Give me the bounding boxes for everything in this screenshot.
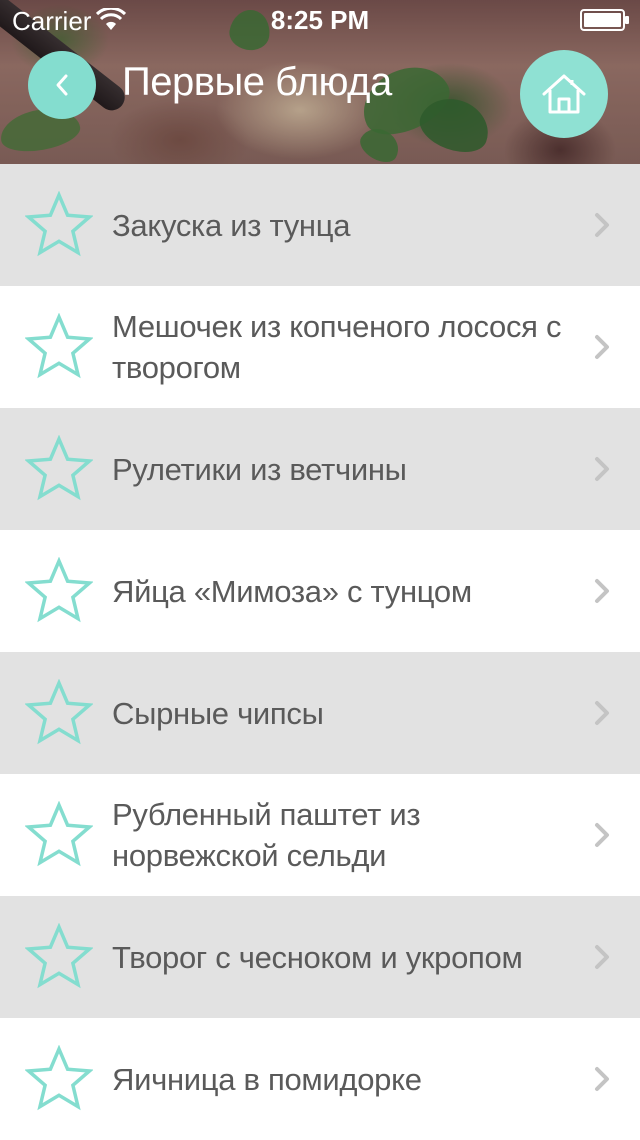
list-item[interactable]: Рубленный паштет из норвежской сельди bbox=[0, 774, 640, 896]
chevron-right-icon bbox=[595, 1067, 609, 1091]
list-item-label: Сырные чипсы bbox=[112, 695, 324, 731]
home-button[interactable] bbox=[520, 50, 608, 138]
status-bar: Carrier 8:25 PM bbox=[0, 0, 640, 40]
chevron-right-icon bbox=[595, 579, 609, 603]
list-item-label: Яйца «Мимоза» с тунцом bbox=[112, 573, 472, 609]
chevron-right-icon bbox=[595, 213, 609, 237]
chevron-right-icon bbox=[595, 457, 609, 481]
battery-icon bbox=[580, 9, 629, 31]
star-outline-icon[interactable] bbox=[25, 801, 93, 869]
status-time: 8:25 PM bbox=[270, 5, 370, 35]
list-item[interactable]: Творог с чесноком и укропом bbox=[0, 896, 640, 1018]
list-item-label: Рулетики из ветчины bbox=[112, 451, 407, 487]
header-banner: Carrier 8:25 PM Первые блюда bbox=[0, 0, 640, 164]
list-item-label: Творог с чесноком и укропом bbox=[112, 939, 523, 975]
chevron-left-icon bbox=[56, 74, 68, 96]
star-outline-icon[interactable] bbox=[25, 923, 93, 991]
home-icon bbox=[542, 74, 586, 114]
list-item[interactable]: Яичница в помидорке bbox=[0, 1018, 640, 1140]
chevron-right-icon bbox=[595, 945, 609, 969]
page-title: Первые блюда bbox=[122, 60, 392, 104]
list-item-label: Мешочек из копченого лосося с творогом bbox=[112, 309, 562, 385]
list-item[interactable]: Сырные чипсы bbox=[0, 652, 640, 774]
list-item[interactable]: Мешочек из копченого лосося с творогом bbox=[0, 286, 640, 408]
star-outline-icon[interactable] bbox=[25, 1045, 93, 1113]
chevron-right-icon bbox=[595, 823, 609, 847]
star-outline-icon[interactable] bbox=[25, 313, 93, 381]
list-item-label: Рубленный паштет из норвежской сельди bbox=[112, 797, 421, 873]
star-outline-icon[interactable] bbox=[25, 679, 93, 747]
list-item-label: Закуска из тунца bbox=[112, 207, 351, 243]
list-item-label: Яичница в помидорке bbox=[112, 1061, 422, 1097]
star-outline-icon[interactable] bbox=[25, 557, 93, 625]
back-button[interactable] bbox=[28, 51, 96, 119]
list-item[interactable]: Яйца «Мимоза» с тунцом bbox=[0, 530, 640, 652]
chevron-right-icon bbox=[595, 701, 609, 725]
chevron-right-icon bbox=[595, 335, 609, 359]
recipe-list: Закуска из тунца Мешочек из копченого ло… bbox=[0, 164, 640, 1140]
star-outline-icon[interactable] bbox=[25, 435, 93, 503]
list-item[interactable]: Закуска из тунца bbox=[0, 164, 640, 286]
list-item[interactable]: Рулетики из ветчины bbox=[0, 408, 640, 530]
star-outline-icon[interactable] bbox=[25, 191, 93, 259]
